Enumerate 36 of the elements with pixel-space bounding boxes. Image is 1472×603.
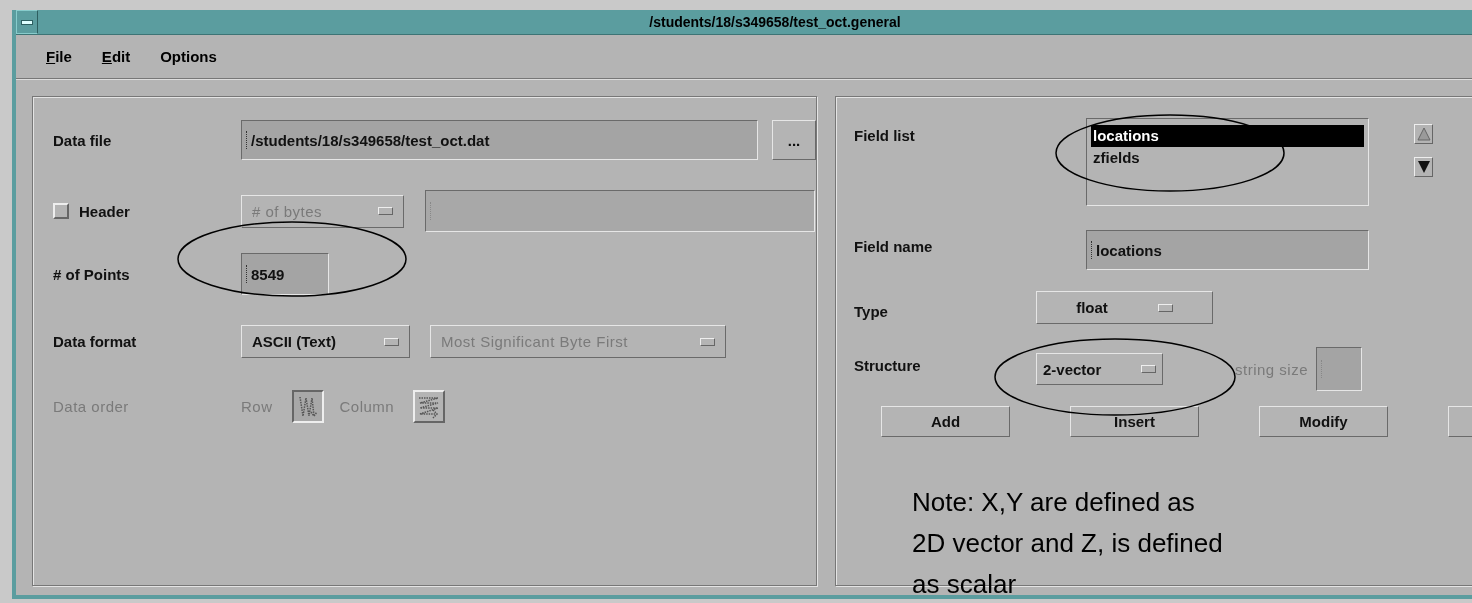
menu-item[interactable]: Options	[156, 48, 221, 65]
dropdown[interactable]: ASCII (Text)	[241, 325, 410, 358]
field-name-field[interactable]: locations	[1086, 230, 1369, 270]
action-button[interactable]: Add	[881, 406, 1010, 437]
menu-item[interactable]: Edit	[97, 48, 135, 65]
option-label: Column	[339, 398, 395, 415]
data-file-field[interactable]: /students/18/s349658/test_oct.dat	[241, 120, 758, 160]
option-label: Row	[241, 398, 273, 415]
field-label: string size	[1235, 360, 1309, 378]
field-label: Data format	[53, 333, 138, 350]
list-item[interactable]: locations	[1091, 125, 1364, 147]
menu-item[interactable]: File	[42, 48, 76, 65]
field-label: Data order	[53, 398, 130, 415]
up-arrow-icon	[1416, 127, 1431, 141]
points-field[interactable]: 8549	[241, 253, 329, 295]
annotation-note: Note: X,Y are defined as 2D vector and Z, is defined as scalar	[912, 486, 1223, 601]
type-dropdown[interactable]: float	[1036, 291, 1213, 324]
move-up-button[interactable]	[1414, 124, 1433, 144]
structure-dropdown[interactable]: 2-vector	[1036, 353, 1163, 385]
browse-button[interactable]: ...	[772, 120, 816, 160]
move-down-button[interactable]	[1414, 157, 1433, 177]
field-listbox[interactable]: locations zfields	[1086, 118, 1369, 206]
field-label: Field name	[854, 237, 934, 255]
field-label: # of Points	[53, 265, 131, 283]
header-checkbox[interactable]: Header	[53, 202, 241, 220]
field-label: Structure	[854, 356, 922, 376]
field-label: Data file	[53, 131, 113, 149]
action-button[interactable]: Modify	[1259, 406, 1388, 437]
field-label: Type	[854, 302, 889, 320]
list-item[interactable]: zfields	[1091, 147, 1364, 169]
window-menu-button[interactable]	[16, 10, 38, 34]
down-arrow-icon	[1416, 160, 1431, 174]
field-label: Field list	[854, 126, 916, 144]
action-button[interactable]: Insert	[1070, 406, 1199, 437]
window-title: /students/18/s349658/test_oct.general	[648, 14, 902, 30]
string-size-field[interactable]	[1316, 347, 1363, 391]
